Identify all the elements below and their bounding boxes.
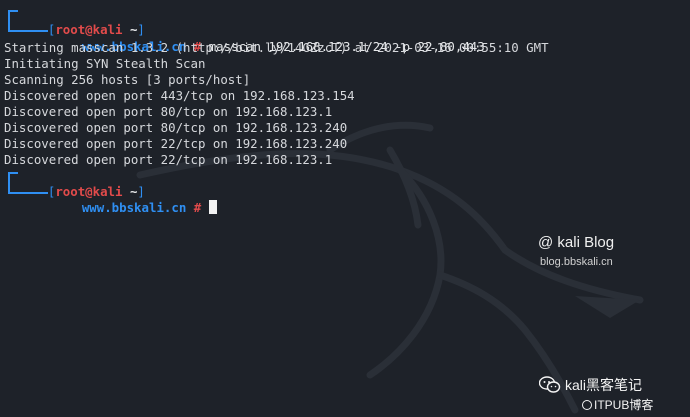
prompt-host-line[interactable]: www.bbskali.cn #: [52, 184, 217, 215]
prompt-corner: [4, 10, 48, 34]
blog-watermark-url: blog.bbskali.cn: [540, 256, 613, 268]
terminal-window[interactable]: [root@kali ~] www.bbskali.cn # masscan 1…: [0, 0, 690, 417]
wechat-watermark: kali黑客笔记: [538, 375, 643, 395]
wechat-account-name: kali黑客笔记: [565, 377, 643, 393]
prompt-host-line: www.bbskali.cn # masscan 192.168.123.1/2…: [52, 23, 485, 54]
blog-watermark-title: @ kali Blog: [538, 234, 615, 251]
output-line: Starting masscan 1.3.2 (http://bit.ly/14…: [4, 40, 549, 55]
prompt-corner: [4, 172, 48, 196]
itpub-watermark: ITPUB博客: [582, 396, 653, 413]
prompt-user-line: [root@kali ~]: [18, 6, 145, 37]
output-line: Discovered open port 80/tcp on 192.168.1…: [4, 120, 348, 135]
output-line: Scanning 256 hosts [3 ports/host]: [4, 72, 251, 87]
prompt-subline: www.bbskali.cn: [81, 200, 187, 215]
terminal-cursor[interactable]: [208, 200, 217, 214]
output-line: Discovered open port 22/tcp on 192.168.1…: [4, 136, 348, 151]
wechat-icon: [538, 376, 561, 394]
copyright-icon: [582, 399, 592, 410]
output-line: Initiating SYN Stealth Scan: [4, 56, 206, 71]
output-line: Discovered open port 443/tcp on 192.168.…: [4, 88, 355, 103]
output-line: Discovered open port 22/tcp on 192.168.1…: [4, 152, 333, 167]
prompt-user-line: [root@kali ~]: [18, 168, 145, 199]
output-line: Discovered open port 80/tcp on 192.168.1…: [4, 104, 333, 119]
itpub-label: ITPUB博客: [594, 398, 654, 412]
